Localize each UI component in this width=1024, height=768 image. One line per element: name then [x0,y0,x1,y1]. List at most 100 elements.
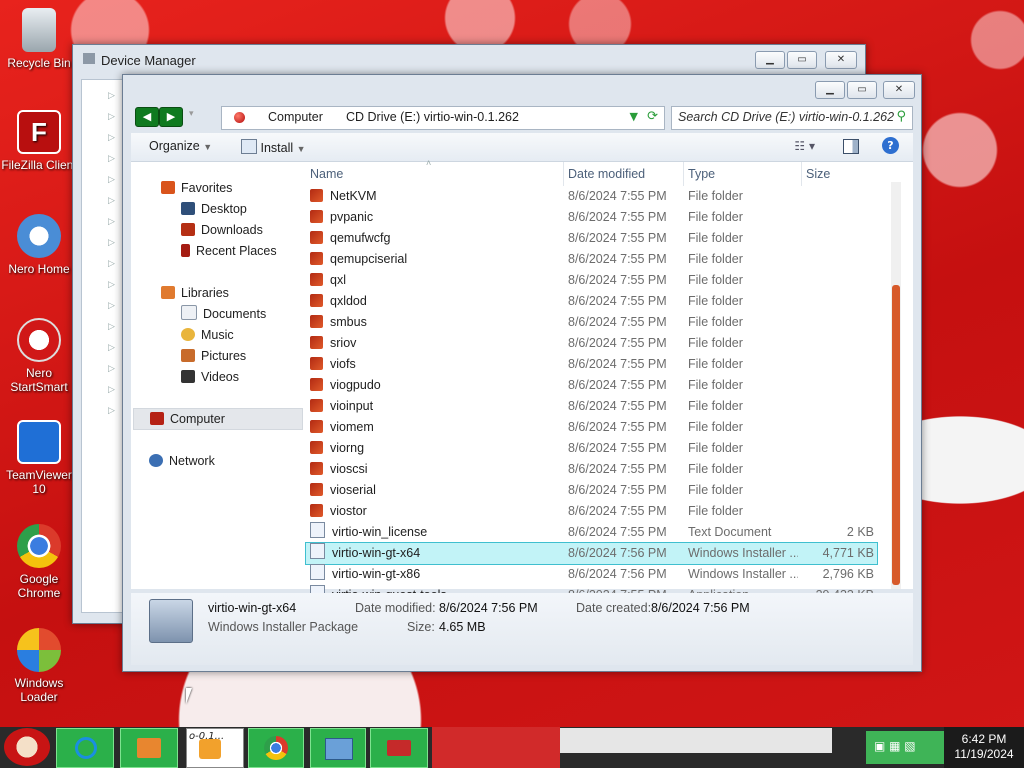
details-modified-label: Date modified: [355,601,436,615]
file-row[interactable]: virtio-win_license 8/6/2024 7:55 PM Text D… [306,522,877,543]
taskbar-item-ie[interactable] [56,728,114,768]
file-row[interactable]: qemupciserial 8/6/2024 7:55 PM File folder [306,249,877,270]
device-manager-titlebar[interactable]: Device Manager ▁ ▭ ✕ [73,45,865,73]
dm-close-button[interactable]: ✕ [825,51,857,69]
file-row[interactable]: viogpudo 8/6/2024 7:55 PM File folder [306,375,877,396]
maximize-button[interactable]: ▭ [847,81,877,99]
file-name: NetKVM [330,189,377,203]
view-options-icon[interactable]: ☷ ▾ [794,139,815,153]
file-row[interactable]: vioscsi 8/6/2024 7:55 PM File folder [306,459,877,480]
file-type-cell: File folder [688,483,743,497]
taskbar-empty-area[interactable] [432,727,560,768]
file-row[interactable]: vioinput 8/6/2024 7:55 PM File folder [306,396,877,417]
search-icon[interactable]: ⚲ [896,109,906,124]
folder-icon [310,441,323,454]
file-type-cell: File folder [688,378,743,392]
explorer-window[interactable]: ▁ ▭ ✕ ◀ ▶ ▾ Computer CD Drive (E:) virti… [122,74,922,672]
file-row[interactable]: viomem 8/6/2024 7:55 PM File folder [306,417,877,438]
nav-desktop[interactable]: Desktop [181,199,247,219]
forward-button[interactable]: ▶ [159,107,183,127]
help-icon[interactable]: ? [882,137,899,154]
vertical-scrollbar[interactable] [891,182,901,589]
taskbar-item-device-manager[interactable] [310,728,366,768]
details-size-label: Size: [407,620,435,634]
breadcrumb-computer[interactable]: Computer [268,110,323,124]
file-type-cell: File folder [688,336,743,350]
taskbar-item-toolbox[interactable] [370,728,428,768]
minimize-button[interactable]: ▁ [815,81,845,99]
file-row[interactable]: qemufwcfg 8/6/2024 7:55 PM File folder [306,228,877,249]
file-row[interactable]: viostor 8/6/2024 7:55 PM File folder [306,501,877,522]
folder-icon [310,189,323,202]
taskbar-item-explorer[interactable] [120,728,178,768]
file-row[interactable]: sriov 8/6/2024 7:55 PM File folder [306,333,877,354]
address-box[interactable]: Computer CD Drive (E:) virtio-win-0.1.26… [221,106,665,130]
file-row[interactable]: qxldod 8/6/2024 7:55 PM File folder [306,291,877,312]
column-header-type[interactable]: Type [684,162,802,186]
nav-network[interactable]: Network [149,451,215,471]
history-dropdown-icon[interactable]: ▾ [189,109,194,119]
column-header-name[interactable]: Name [306,162,564,186]
nav-music[interactable]: Music [181,325,234,345]
file-date-cell: 8/6/2024 7:55 PM [568,315,667,329]
desktop-icon-teamviewer[interactable]: TeamViewer 10 [0,420,78,496]
desktop-icon-chrome[interactable]: Google Chrome [0,524,78,600]
file-name: viorng [330,441,365,455]
toolbox-icon [387,740,411,756]
desktop-icon-windows-loader[interactable]: Windows Loader [0,628,78,704]
preview-pane-icon[interactable] [843,139,859,154]
search-input[interactable]: Search CD Drive (E:) virtio-win-0.1.262 … [671,106,913,130]
file-type-cell: Text Document [688,525,772,539]
device-manager-icon [325,738,353,760]
mouse-cursor-icon [186,688,192,704]
folder-icon [310,378,323,391]
file-row[interactable]: pvpanic 8/6/2024 7:55 PM File folder [306,207,877,228]
dm-maximize-button[interactable]: ▭ [787,51,817,69]
address-dropdown-icon[interactable]: ▼ [630,110,638,123]
nav-downloads[interactable]: Downloads [181,220,263,240]
recycle-bin-icon [22,8,56,52]
desktop-icon-nero-startsmart[interactable]: Nero StartSmart [0,318,78,394]
file-name-cell: pvpanic [310,207,560,228]
nav-libraries[interactable]: Libraries [161,283,229,303]
close-button[interactable]: ✕ [883,81,915,99]
file-row[interactable]: virtio-win-gt-x64 8/6/2024 7:56 PM Windows… [305,542,878,565]
nav-computer[interactable]: Computer [133,408,303,430]
notification-area[interactable]: ▣ ▦ ▧ [866,731,944,764]
organize-button[interactable]: Organize ▼ [149,139,212,153]
refresh-icon[interactable]: ⟳ [647,109,658,124]
back-button[interactable]: ◀ [135,107,159,127]
nav-pictures[interactable]: Pictures [181,346,246,366]
file-row[interactable]: smbus 8/6/2024 7:55 PM File folder [306,312,877,333]
system-clock[interactable]: 6:42 PM 11/19/2024 [944,727,1024,768]
file-row[interactable]: qxl 8/6/2024 7:55 PM File folder [306,270,877,291]
breadcrumb-drive[interactable]: CD Drive (E:) virtio-win-0.1.262 [346,110,519,124]
nav-favorites[interactable]: Favorites [161,178,232,198]
taskbar-item-chrome[interactable] [248,728,304,768]
file-row[interactable]: virtio-win-gt-x86 8/6/2024 7:56 PM Windows… [306,564,877,585]
taskbar-item-preview[interactable]: o-0.1... [186,728,244,768]
file-row[interactable]: vioserial 8/6/2024 7:55 PM File folder [306,480,877,501]
install-button[interactable]: Install ▼ [241,139,306,155]
file-name-cell: vioscsi [310,459,560,480]
desktop-icon-filezilla[interactable]: F FileZilla Client [0,110,78,172]
desktop-icon-nero-home[interactable]: Nero Home [0,214,78,276]
dm-minimize-button[interactable]: ▁ [755,51,785,69]
file-row[interactable]: viofs 8/6/2024 7:55 PM File folder [306,354,877,375]
desktop-icon-recycle-bin[interactable]: Recycle Bin [0,8,78,70]
file-size-cell: 2 KB [846,525,874,539]
start-button[interactable] [4,728,50,766]
folder-icon [310,483,323,496]
nav-videos[interactable]: Videos [181,367,239,387]
nav-documents[interactable]: Documents [181,304,266,324]
column-header-size[interactable]: Size [802,162,882,186]
explorer-titlebar[interactable]: ▁ ▭ ✕ [123,75,921,103]
scrollbar-thumb[interactable] [892,285,900,585]
column-header-date[interactable]: Date modified [564,162,684,186]
details-modified-value: 8/6/2024 7:56 PM [439,601,538,615]
nav-recent-places[interactable]: Recent Places [181,241,277,261]
folder-icon [310,294,323,307]
file-row[interactable]: NetKVM 8/6/2024 7:55 PM File folder [306,186,877,207]
command-toolbar: Organize ▼ Install ▼ ☷ ▾ ? [131,133,913,162]
file-row[interactable]: viorng 8/6/2024 7:55 PM File folder [306,438,877,459]
